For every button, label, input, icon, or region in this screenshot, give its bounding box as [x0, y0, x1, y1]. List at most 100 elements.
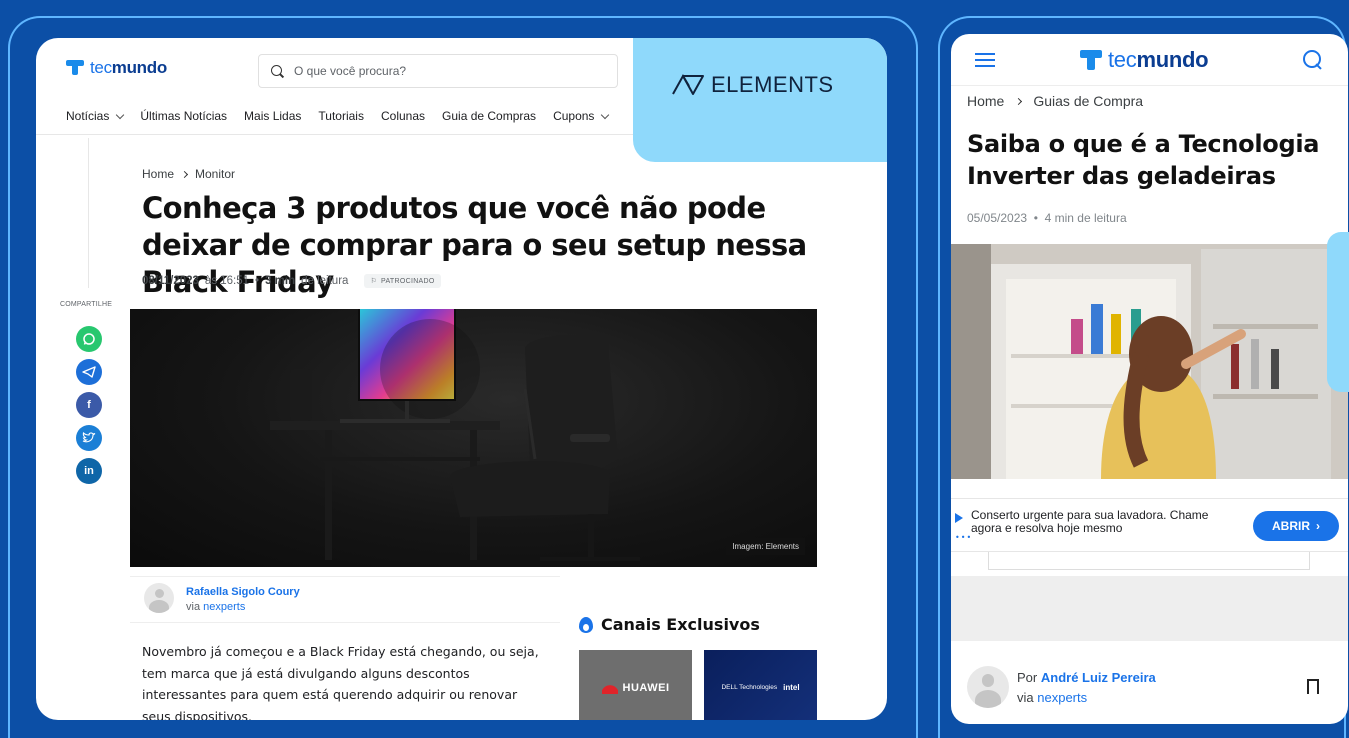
twitter-icon[interactable] — [76, 425, 102, 451]
canais-title: Canais Exclusivos — [601, 615, 760, 634]
via-prefix: via — [186, 601, 201, 613]
ad-button-label: ABRIR — [1272, 519, 1310, 533]
article-body: Novembro já começou e a Black Friday est… — [142, 644, 539, 720]
logo-text-bold: mundo — [111, 58, 167, 77]
nav-label: Mais Lidas — [244, 109, 302, 123]
tecmundo-logo[interactable]: tecmundo — [1080, 47, 1209, 73]
huawei-label: HUAWEI — [622, 681, 670, 694]
author-via: via nexperts — [1017, 688, 1156, 708]
share-label: COMPARTILHE — [60, 301, 113, 308]
via-prefix: via — [1017, 690, 1034, 705]
author-block: Por André Luiz Pereira via nexperts — [1017, 668, 1156, 708]
logo-wordmark: tecmundo — [1108, 47, 1209, 73]
twitter-glyph — [82, 432, 96, 443]
chevron-right-icon — [180, 170, 189, 178]
nav-label: Guia de Compras — [442, 109, 537, 123]
author-avatar — [144, 583, 174, 613]
chevron-right-icon — [1015, 97, 1023, 105]
nav-label: Notícias — [66, 109, 110, 123]
author-prefix: Por — [1017, 670, 1038, 685]
linkedin-icon[interactable]: in — [76, 458, 102, 484]
tecmundo-logo[interactable]: tecmundo — [66, 58, 167, 78]
channel-card-dell-intel[interactable]: DELL Technologies intel — [704, 650, 817, 720]
author-block: Rafaella Sigolo Coury via nexperts — [186, 585, 300, 615]
nav-item-colunas[interactable]: Colunas — [381, 109, 425, 123]
ad-text: Conserto urgente para sua lavadora. Cham… — [971, 508, 1209, 535]
chevron-down-icon — [116, 110, 125, 119]
author-avatar — [967, 666, 1009, 708]
article-date: 08/11/2023 — [142, 275, 199, 287]
telegram-glyph — [82, 366, 96, 378]
nav-item-guia-de-compras[interactable]: Guia de Compras — [442, 109, 536, 123]
whatsapp-glyph — [83, 333, 95, 345]
elements-triangle-glyph — [672, 74, 704, 95]
breadcrumb-home[interactable]: Home — [142, 167, 174, 181]
ad-open-button[interactable]: ABRIR › — [1253, 511, 1339, 541]
facebook-icon[interactable]: f — [76, 392, 102, 418]
dell-label: DELL Technologies — [721, 684, 778, 691]
nav-label: Tutoriais — [318, 109, 364, 123]
tecmundo-logo-icon — [66, 60, 84, 76]
article-time: às 16:51 — [204, 275, 250, 287]
logo-wordmark: tecmundo — [90, 58, 167, 78]
nav-label: Cupons — [553, 109, 595, 123]
tecmundo-logo-icon — [1080, 50, 1102, 70]
author-line: Por André Luiz Pereira — [1017, 668, 1156, 688]
article-meta: 08/11/2023 às 16:51 • 3 min de leitura ⚐… — [142, 274, 441, 288]
bookmark-icon[interactable] — [1307, 679, 1319, 698]
author-via: via nexperts — [186, 600, 300, 615]
breadcrumb: Home Monitor — [142, 167, 235, 181]
author-name[interactable]: Rafaella Sigolo Coury — [186, 585, 300, 600]
image-caption: Imagem: Elements — [726, 538, 805, 555]
sidebar-divider — [88, 138, 89, 288]
chevron-down-icon — [601, 110, 610, 119]
search-icon — [271, 64, 284, 78]
breadcrumb-monitor[interactable]: Monitor — [195, 167, 235, 181]
author-name[interactable]: André Luiz Pereira — [1041, 670, 1156, 685]
author-divider-top — [130, 576, 560, 577]
elements-logo-icon — [671, 74, 705, 96]
side-accent-tab — [1327, 232, 1349, 392]
nav-item-ultimas-noticias[interactable]: Últimas Notícias — [140, 109, 227, 123]
author-divider-bottom — [130, 622, 560, 623]
ad-banner[interactable]: ••• Conserto urgente para sua lavadora. … — [951, 498, 1348, 552]
mobile-header: tecmundo — [951, 34, 1348, 86]
telegram-icon[interactable] — [76, 359, 102, 385]
logo-text-bold: mundo — [1136, 47, 1209, 72]
via-link[interactable]: nexperts — [1037, 690, 1087, 705]
elements-logo-text: ELEMENTS — [711, 72, 834, 97]
nav-item-tutoriais[interactable]: Tutoriais — [318, 109, 364, 123]
flag-icon: ⚐ — [370, 278, 378, 285]
hero-image-gaming-setup: Imagem: Elements — [130, 309, 817, 567]
article-title: Saiba o que é a Tecnologia Inverter das … — [967, 130, 1320, 190]
nav-item-cupons[interactable]: Cupons — [553, 109, 610, 123]
nav-label: Colunas — [380, 109, 426, 123]
intel-label: intel — [783, 683, 800, 692]
sponsored-badge-label: PATROCINADO — [381, 277, 435, 285]
main-nav: Notícias Últimas Notícias Mais Lidas Tut… — [66, 109, 610, 123]
hero-image-refrigerator — [951, 244, 1348, 479]
flame-icon — [579, 616, 593, 633]
search-icon[interactable] — [1303, 50, 1323, 70]
via-link[interactable]: nexperts — [203, 601, 245, 613]
elements-logo: ELEMENTS — [671, 72, 834, 98]
hamburger-menu-icon[interactable] — [975, 53, 995, 68]
nav-item-noticias[interactable]: Notícias — [66, 109, 125, 123]
whatsapp-icon[interactable] — [76, 326, 102, 352]
breadcrumb: Home Guias de Compra — [967, 93, 1143, 109]
hero-illustration — [270, 309, 640, 561]
ad-choices-icon — [955, 513, 963, 523]
search-placeholder: O que você procura? — [294, 64, 407, 78]
channel-card-huawei[interactable]: HUAWEI — [579, 650, 692, 720]
ad-slot-gray — [951, 576, 1348, 641]
logo-text-light: tec — [90, 58, 112, 77]
chevron-right-icon: › — [1316, 519, 1320, 533]
nav-item-mais-lidas[interactable]: Mais Lidas — [244, 109, 301, 123]
sponsored-badge: ⚐ PATROCINADO — [364, 274, 441, 288]
breadcrumb-guias-de-compra[interactable]: Guias de Compra — [1033, 93, 1143, 109]
canais-exclusivos-heading: Canais Exclusivos — [579, 615, 760, 634]
search-input[interactable]: O que você procura? — [258, 54, 618, 88]
nav-label: Últimas Notícias — [140, 109, 228, 123]
article-meta: 05/05/2023 • 4 min de leitura — [967, 211, 1127, 225]
breadcrumb-home[interactable]: Home — [967, 93, 1004, 109]
